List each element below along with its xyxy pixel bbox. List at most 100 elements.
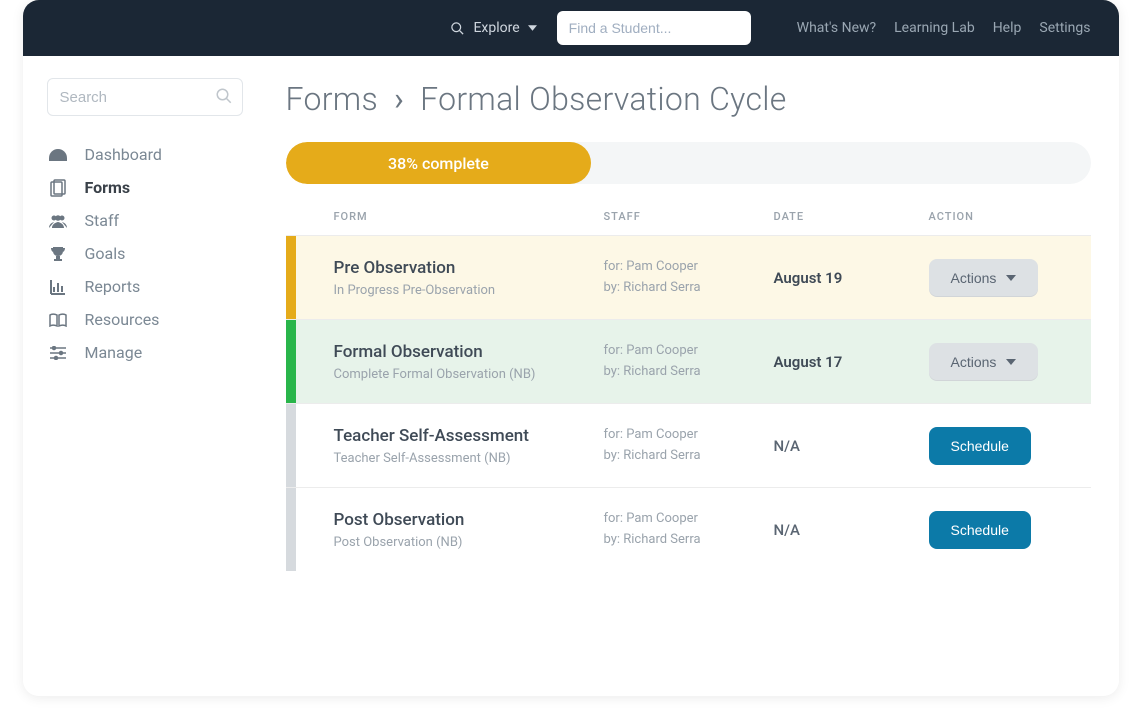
cell-staff: for: Pam Cooperby: Richard Serra	[604, 509, 774, 551]
table-row: Formal ObservationComplete Formal Observ…	[286, 319, 1091, 403]
staff-for: for: Pam Cooper	[604, 509, 774, 530]
search-icon	[215, 87, 233, 105]
date-text: N/A	[774, 437, 929, 455]
sidebar-item-manage[interactable]: Manage	[47, 336, 258, 369]
progress-label: 38% complete	[388, 154, 489, 173]
cell-form: Teacher Self-Assessment Teacher Self-Asse…	[334, 426, 604, 466]
cell-staff: for: Pam Cooperby: Richard Serra	[604, 257, 774, 299]
button-label: Schedule	[951, 438, 1009, 454]
breadcrumb-current: Formal Observation Cycle	[420, 80, 787, 118]
breadcrumb-root[interactable]: Forms	[286, 80, 378, 118]
date-text: August 17	[774, 353, 929, 371]
reports-icon	[47, 279, 69, 295]
dashboard-icon	[47, 148, 69, 162]
breadcrumb: Forms › Formal Observation Cycle	[286, 80, 1091, 118]
cell-action: Schedule	[929, 511, 1091, 549]
sidebar-item-resources[interactable]: Resources	[47, 303, 258, 336]
staff-by: by: Richard Serra	[604, 530, 774, 551]
app-window: Explore What's New? Learning Lab Help Se…	[23, 0, 1119, 696]
caret-down-icon	[1006, 275, 1016, 281]
form-subtitle: In Progress Pre-Observation	[334, 283, 604, 298]
top-nav: Explore What's New? Learning Lab Help Se…	[23, 0, 1119, 56]
sidebar-item-staff[interactable]: Staff	[47, 204, 258, 237]
schedule-button[interactable]: Schedule	[929, 427, 1031, 465]
row-body: Pre Observation In Progress Pre-Observati…	[296, 236, 1091, 319]
cell-staff: for: Pam Cooperby: Richard Serra	[604, 425, 774, 467]
progress-bar: 38% complete	[286, 142, 1091, 184]
form-title: Pre Observation	[334, 258, 604, 278]
form-title: Post Observation	[334, 510, 604, 530]
sidebar-item-goals[interactable]: Goals	[47, 237, 258, 270]
sidebar-item-label: Staff	[85, 211, 120, 230]
staff-for: for: Pam Cooper	[604, 341, 774, 362]
status-stripe	[286, 488, 296, 571]
actions-dropdown-button[interactable]: Actions	[929, 343, 1039, 381]
row-body: Formal ObservationComplete Formal Observ…	[296, 320, 1091, 403]
caret-down-icon	[528, 25, 537, 31]
nav-link-help[interactable]: Help	[993, 20, 1022, 36]
cell-date: August 19	[774, 269, 929, 287]
nav-link-learning-lab[interactable]: Learning Lab	[894, 20, 975, 36]
staff-for: for: Pam Cooper	[604, 425, 774, 446]
staff-by: by: Richard Serra	[604, 362, 774, 383]
cell-action: Schedule	[929, 427, 1091, 465]
caret-down-icon	[1006, 359, 1016, 365]
col-header-date: DATE	[774, 210, 929, 223]
sidebar-item-label: Resources	[85, 310, 160, 329]
sidebar-item-dashboard[interactable]: Dashboard	[47, 138, 258, 171]
main-content: Forms › Formal Observation Cycle 38% com…	[258, 56, 1119, 696]
sidebar-item-label: Dashboard	[85, 145, 162, 164]
sidebar-item-label: Forms	[85, 178, 131, 197]
cell-date: N/A	[774, 437, 929, 455]
status-stripe	[286, 236, 296, 319]
chevron-right-icon: ›	[394, 80, 404, 118]
button-label: Schedule	[951, 522, 1009, 538]
table-row: Post Observation Post Observation (NB)for…	[286, 487, 1091, 571]
staff-for: for: Pam Cooper	[604, 257, 774, 278]
staff-icon	[47, 214, 69, 228]
nav-link-settings[interactable]: Settings	[1039, 20, 1090, 36]
row-body: Teacher Self-Assessment Teacher Self-Asse…	[296, 404, 1091, 487]
sliders-icon	[47, 346, 69, 360]
cell-form: Post Observation Post Observation (NB)	[334, 510, 604, 550]
col-header-form: FORM	[334, 210, 604, 223]
form-subtitle: Teacher Self-Assessment (NB)	[334, 451, 604, 466]
actions-dropdown-button[interactable]: Actions	[929, 259, 1039, 297]
status-stripe	[286, 320, 296, 403]
resources-icon	[47, 313, 69, 327]
table-row: Teacher Self-Assessment Teacher Self-Asse…	[286, 403, 1091, 487]
search-icon	[450, 21, 465, 36]
cell-form: Formal ObservationComplete Formal Observ…	[334, 342, 604, 382]
button-label: Actions	[951, 354, 997, 370]
cell-form: Pre Observation In Progress Pre-Observati…	[334, 258, 604, 298]
sidebar-search-wrap	[47, 78, 243, 116]
forms-icon	[47, 179, 69, 197]
nav-link-whats-new[interactable]: What's New?	[797, 20, 876, 36]
row-body: Post Observation Post Observation (NB)for…	[296, 488, 1091, 571]
button-label: Actions	[951, 270, 997, 286]
explore-dropdown[interactable]: Explore	[450, 20, 536, 36]
form-subtitle: Post Observation (NB)	[334, 535, 604, 550]
staff-by: by: Richard Serra	[604, 446, 774, 467]
sidebar-item-label: Goals	[85, 244, 126, 263]
date-text: August 19	[774, 269, 929, 287]
progress-fill: 38% complete	[286, 142, 592, 184]
body-wrap: Dashboard Forms Staff Goals	[23, 56, 1119, 696]
col-header-staff: STAFF	[604, 210, 774, 223]
cell-date: August 17	[774, 353, 929, 371]
schedule-button[interactable]: Schedule	[929, 511, 1031, 549]
sidebar-search-input[interactable]	[47, 78, 243, 116]
sidebar-item-forms[interactable]: Forms	[47, 171, 258, 204]
table-row: Pre Observation In Progress Pre-Observati…	[286, 235, 1091, 319]
cell-staff: for: Pam Cooperby: Richard Serra	[604, 341, 774, 383]
sidebar: Dashboard Forms Staff Goals	[23, 56, 258, 696]
form-title: Teacher Self-Assessment	[334, 426, 604, 446]
sidebar-item-label: Reports	[85, 277, 141, 296]
staff-by: by: Richard Serra	[604, 278, 774, 299]
cell-action: Actions	[929, 343, 1091, 381]
cell-action: Actions	[929, 259, 1091, 297]
find-student-input[interactable]	[557, 11, 751, 45]
date-text: N/A	[774, 521, 929, 539]
sidebar-item-reports[interactable]: Reports	[47, 270, 258, 303]
explore-label: Explore	[473, 20, 519, 36]
